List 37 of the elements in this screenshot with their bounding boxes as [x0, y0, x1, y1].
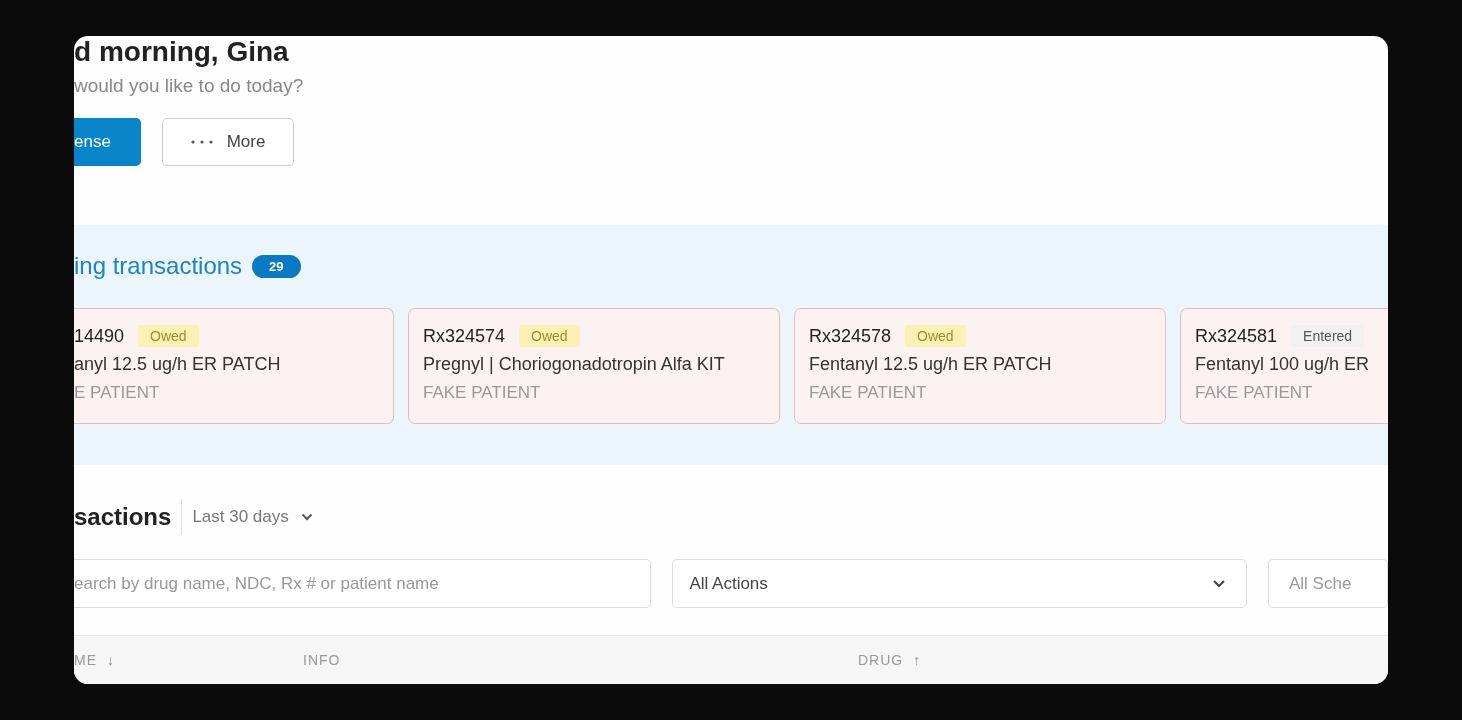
- status-badge: Entered: [1291, 325, 1365, 347]
- drug-name: Pregnyl | Choriogonadotropin Alfa KIT: [423, 354, 726, 375]
- search-field[interactable]: earch by drug name, NDC, Rx # or patient name: [74, 559, 652, 608]
- patient-name: FAKE PATIENT: [423, 383, 542, 403]
- section-title: ing transactions: [74, 252, 243, 280]
- transaction-card[interactable]: Rx324574 Owed Pregnyl | Choriogonadotropin Alfa KIT FAKE PATIENT: [408, 308, 780, 424]
- ellipsis-icon: [190, 140, 213, 144]
- transaction-card[interactable]: Rx324578 Owed Fentanyl 12.5 ug/h ER PATCH FAKE PATIENT: [794, 308, 1166, 424]
- chevron-down-icon: [1212, 579, 1226, 588]
- greeting-title: d morning, Gina: [74, 36, 290, 68]
- dispense-button[interactable]: ense: [74, 118, 141, 166]
- drug-name: anyl 12.5 ug/h ER PATCH: [74, 354, 282, 375]
- drug-name: Fentanyl 12.5 ug/h ER PATCH: [809, 354, 1053, 375]
- transaction-card[interactable]: 14490 Owed anyl 12.5 ug/h ER PATCH E PATIENT: [74, 308, 394, 424]
- period-dropdown[interactable]: Last 30 days: [192, 507, 313, 527]
- patient-name: FAKE PATIENT: [1195, 383, 1314, 403]
- patient-name: FAKE PATIENT: [809, 383, 928, 403]
- more-button[interactable]: More: [162, 118, 294, 166]
- sort-arrow-icon: ↑: [913, 652, 922, 668]
- sort-arrow-icon: ↓: [107, 652, 115, 668]
- column-header[interactable]: DRUG ↑: [858, 652, 922, 668]
- rx-number: Rx324578: [809, 325, 892, 347]
- greeting-subtitle: would you like to do today?: [74, 75, 305, 97]
- drug-name: Fentanyl 100 ug/h ER: [1195, 354, 1371, 375]
- chevron-down-icon: [300, 513, 313, 521]
- status-badge: Owed: [905, 325, 966, 347]
- actions-dropdown[interactable]: All Actions: [672, 559, 1247, 608]
- rx-number: Rx324574: [423, 325, 506, 347]
- rx-number: Rx324581: [1195, 325, 1278, 347]
- transaction-card[interactable]: Rx324581 Entered Fentanyl 100 ug/h ER FAKE PATIENT: [1180, 308, 1388, 424]
- patient-name: E PATIENT: [74, 383, 161, 403]
- rx-number: 14490: [74, 325, 125, 347]
- status-badge: Owed: [519, 325, 580, 347]
- status-badge: Owed: [138, 325, 199, 347]
- count-badge: 29: [252, 254, 301, 278]
- schedule-dropdown[interactable]: All Sche: [1268, 559, 1388, 608]
- section-title: sactions: [74, 499, 183, 535]
